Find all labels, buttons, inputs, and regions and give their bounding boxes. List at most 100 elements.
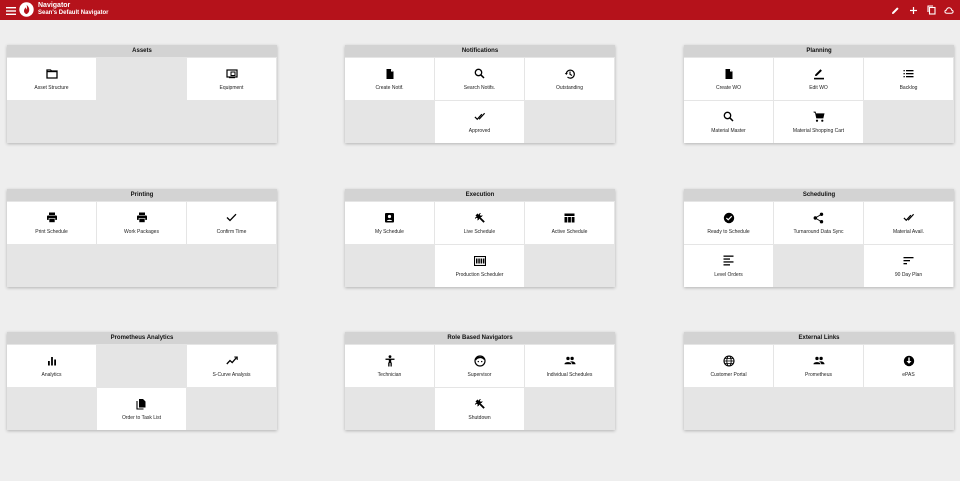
- assets-card: Assets Asset Structure Equipment: [7, 45, 277, 143]
- history-icon: [564, 68, 576, 80]
- tile-label: Equipment: [219, 84, 244, 91]
- person-icon: [384, 354, 396, 367]
- external-links-card: External Links Customer Portal Prometheu…: [684, 332, 954, 430]
- tile-label: Live Schedule: [463, 228, 496, 235]
- tile-work-packages[interactable]: Work Packages: [97, 202, 186, 244]
- tile-label: Prometheus: [805, 371, 832, 378]
- tile-label: Edit WO: [809, 84, 828, 91]
- people-icon: [563, 355, 576, 367]
- tile-supervisor[interactable]: Supervisor: [435, 345, 524, 387]
- empty-tile: [97, 58, 186, 100]
- tile-s-curve-analysis[interactable]: S-Curve Analysis: [187, 345, 276, 387]
- tile-90-day-plan[interactable]: 90 Day Plan: [864, 245, 953, 287]
- tile-shutdown[interactable]: Shutdown: [435, 388, 524, 430]
- empty-tile: [187, 388, 276, 430]
- tile-production-scheduler[interactable]: Production Scheduler: [435, 245, 524, 287]
- tile-my-schedule[interactable]: My Schedule: [345, 202, 434, 244]
- tile-ready-to-schedule[interactable]: Ready to Schedule: [684, 202, 773, 244]
- tile-individual-schedules[interactable]: Individual Schedules: [525, 345, 614, 387]
- tile-label: Turnaround Data Sync: [793, 228, 844, 235]
- tile-label: Ready to Schedule: [707, 228, 750, 235]
- printer-icon: [136, 212, 148, 224]
- search-icon: [723, 111, 735, 123]
- analytics-card: Prometheus Analytics Analytics S-Curve A…: [7, 332, 277, 430]
- empty-tile: [774, 245, 863, 287]
- execution-card: Execution My Schedule Live Schedule Acti…: [345, 189, 615, 287]
- double-check-icon: [902, 212, 915, 224]
- tile-turnaround-data-sync[interactable]: Turnaround Data Sync: [774, 202, 863, 244]
- tile-active-schedule[interactable]: Active Schedule: [525, 202, 614, 244]
- tile-label: Print Schedule: [35, 228, 68, 235]
- tile-confirm-time[interactable]: Confirm Time: [187, 202, 276, 244]
- tile-search-notifs[interactable]: Search Notifs.: [435, 58, 524, 100]
- tile-label: Analytics: [41, 371, 62, 378]
- empty-tile: [345, 245, 434, 287]
- empty-tile: [525, 388, 614, 430]
- tile-label: Active Schedule: [551, 228, 588, 235]
- empty-tile: [7, 388, 96, 430]
- empty-tile: [97, 245, 186, 287]
- notifications-card: Notifications Create Notif. Search Notif…: [345, 45, 615, 143]
- tile-equipment[interactable]: Equipment: [187, 58, 276, 100]
- table-icon: [564, 212, 576, 224]
- copy-file-icon: [136, 398, 148, 410]
- bar-chart-icon: [46, 355, 58, 367]
- empty-tile: [97, 345, 186, 387]
- tile-label: Approved: [468, 127, 491, 134]
- tile-label: Create WO: [715, 84, 741, 91]
- empty-tile: [864, 388, 953, 430]
- tile-label: Individual Schedules: [546, 371, 593, 378]
- add-icon[interactable]: [908, 4, 918, 16]
- contact-icon: [384, 212, 396, 224]
- face-icon: [473, 354, 486, 367]
- cloud-icon[interactable]: [944, 4, 954, 16]
- tile-label: 90 Day Plan: [894, 271, 923, 278]
- tile-technician[interactable]: Technician: [345, 345, 434, 387]
- file-icon: [723, 68, 735, 80]
- tile-order-to-task-list[interactable]: Order to Task List: [97, 388, 186, 430]
- copy-icon[interactable]: [926, 4, 936, 16]
- tile-label: Supervisor: [467, 371, 492, 378]
- empty-tile: [187, 101, 276, 143]
- card-title: Notifications: [345, 45, 615, 57]
- empty-tile: [525, 101, 614, 143]
- empty-tile: [864, 101, 953, 143]
- navigator-subtitle: Sean's Default Navigator: [38, 10, 109, 16]
- tile-label: Confirm Time: [216, 228, 247, 235]
- card-title: Assets: [7, 45, 277, 57]
- hamburger-menu-icon[interactable]: [5, 4, 17, 16]
- trend-icon: [225, 355, 238, 367]
- tile-outstanding[interactable]: Outstanding: [525, 58, 614, 100]
- tile-edit-wo[interactable]: Edit WO: [774, 58, 863, 100]
- equipment-icon: [225, 68, 238, 80]
- edit-icon[interactable]: [890, 4, 900, 16]
- check-circle-icon: [723, 212, 735, 224]
- tile-label: Outstanding: [556, 84, 583, 91]
- tile-customer-portal[interactable]: Customer Portal: [684, 345, 773, 387]
- list-icon: [903, 68, 915, 80]
- check-icon: [226, 212, 238, 224]
- wrench-icon: [474, 398, 486, 410]
- search-icon: [474, 68, 486, 80]
- tile-material-master[interactable]: Material Master: [684, 101, 773, 143]
- tile-material-avail[interactable]: Material Avail.: [864, 202, 953, 244]
- tile-approved[interactable]: Approved: [435, 101, 524, 143]
- tile-level-orders[interactable]: Level Orders: [684, 245, 773, 287]
- scheduling-card: Scheduling Ready to Schedule Turnaround …: [684, 189, 954, 287]
- tile-create-notif[interactable]: Create Notif.: [345, 58, 434, 100]
- tile-epas[interactable]: ePAS: [864, 345, 953, 387]
- tile-asset-structure[interactable]: Asset Structure: [7, 58, 96, 100]
- tile-prometheus[interactable]: Prometheus: [774, 345, 863, 387]
- tile-analytics[interactable]: Analytics: [7, 345, 96, 387]
- tile-live-schedule[interactable]: Live Schedule: [435, 202, 524, 244]
- tile-print-schedule[interactable]: Print Schedule: [7, 202, 96, 244]
- card-title: Printing: [7, 189, 277, 201]
- empty-tile: [7, 245, 96, 287]
- tile-create-wo[interactable]: Create WO: [684, 58, 773, 100]
- tile-backlog[interactable]: Backlog: [864, 58, 953, 100]
- card-title: Scheduling: [684, 189, 954, 201]
- role-navigators-card: Role Based Navigators Technician Supervi…: [345, 332, 615, 430]
- sort-icon: [903, 255, 915, 267]
- tile-label: Asset Structure: [34, 84, 69, 91]
- tile-material-shopping-cart[interactable]: Material Shopping Cart: [774, 101, 863, 143]
